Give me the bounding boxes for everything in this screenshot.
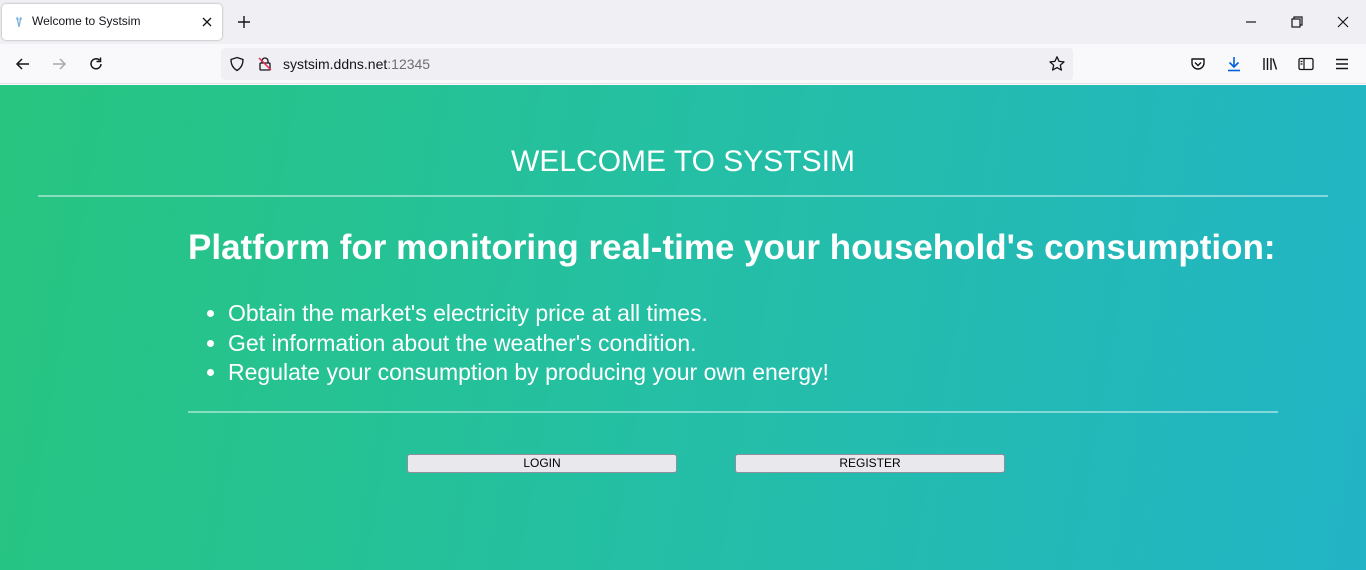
platform-headline: Platform for monitoring real-time your h… [188, 228, 1276, 267]
close-tab-icon[interactable] [200, 15, 214, 29]
sidebar-icon[interactable] [1297, 55, 1315, 73]
browser-tab[interactable]: Welcome to Systsim [2, 4, 222, 40]
feature-list: Obtain the market's electricity price at… [188, 299, 829, 388]
insecure-lock-icon[interactable] [257, 56, 273, 72]
login-button[interactable]: LOGIN [407, 454, 677, 473]
register-button[interactable]: REGISTER [735, 454, 1005, 473]
feature-item-energy: Regulate your consumption by producing y… [228, 358, 829, 388]
feature-item-price: Obtain the market's electricity price at… [228, 299, 829, 329]
feature-item-weather: Get information about the weather's cond… [228, 329, 829, 359]
back-icon[interactable] [14, 55, 32, 73]
forward-icon[interactable] [50, 55, 68, 73]
systsim-favicon-icon [16, 16, 22, 28]
welcome-title: WELCOME TO SYSTSIM [511, 145, 855, 178]
page-content: WELCOME TO SYSTSIM Platform for monitori… [0, 85, 1366, 570]
close-window-icon[interactable] [1335, 14, 1351, 30]
divider-top [38, 195, 1328, 197]
divider-bottom [188, 411, 1278, 413]
bookmark-star-icon[interactable] [1048, 55, 1066, 73]
download-icon[interactable] [1225, 55, 1243, 73]
shield-icon[interactable] [229, 56, 245, 72]
reload-icon[interactable] [87, 55, 105, 73]
pocket-icon[interactable] [1189, 55, 1207, 73]
restore-icon[interactable] [1289, 14, 1305, 30]
hamburger-menu-icon[interactable] [1333, 55, 1351, 73]
new-tab-icon[interactable] [236, 14, 252, 30]
minimize-icon[interactable] [1243, 14, 1259, 30]
library-icon[interactable] [1261, 55, 1279, 73]
navigation-toolbar: systsim.ddns.net:12345 [0, 44, 1366, 84]
address-bar[interactable]: systsim.ddns.net:12345 [221, 48, 1073, 80]
tab-title: Welcome to Systsim [32, 14, 141, 28]
url-port: :12345 [387, 56, 431, 72]
url-host: systsim.ddns.net [283, 56, 388, 72]
tab-strip: Welcome to Systsim [0, 0, 1366, 44]
url-text[interactable]: systsim.ddns.net:12345 [283, 56, 430, 72]
